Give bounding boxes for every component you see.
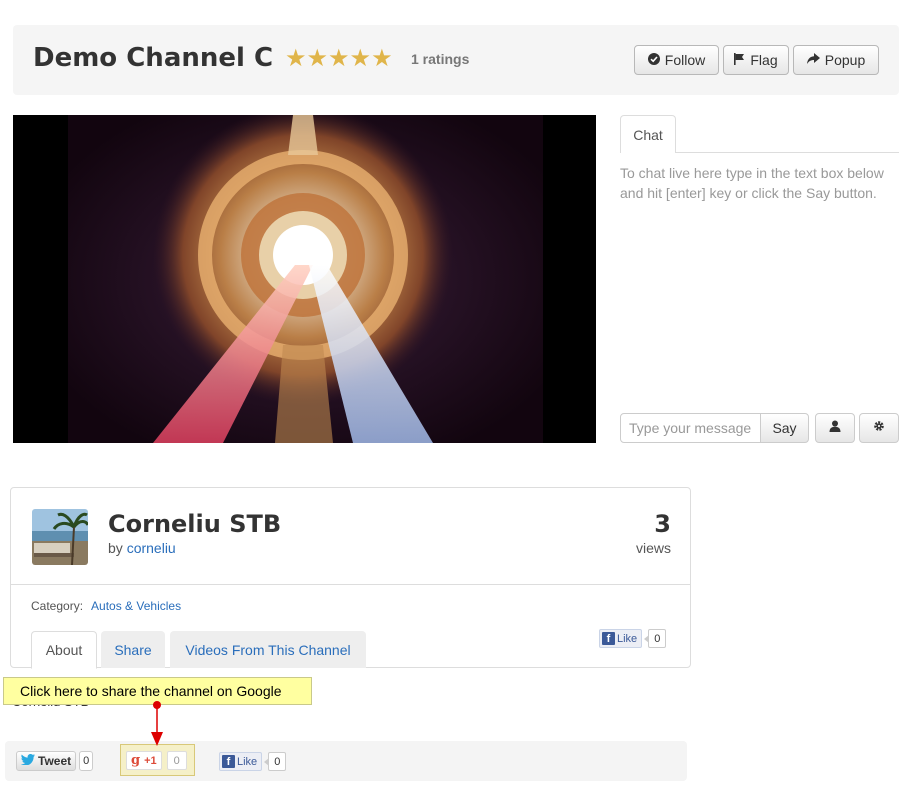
google-plus-one-button[interactable]: g +1 bbox=[126, 751, 162, 770]
chat-message-input[interactable] bbox=[620, 413, 761, 443]
owner-link[interactable]: corneliu bbox=[127, 540, 176, 556]
video-player[interactable] bbox=[13, 115, 596, 443]
google-plus-count: 0 bbox=[166, 751, 187, 770]
channel-info-card: Corneliu STB by corneliu 3 views Categor… bbox=[10, 487, 691, 669]
facebook-icon: f bbox=[222, 755, 235, 768]
share-bar: Tweet 0 g +1 0 f Like 0 bbox=[5, 741, 687, 781]
gear-icon bbox=[873, 419, 885, 437]
chat-tab-divider bbox=[676, 152, 899, 153]
tab-videos-from-channel[interactable]: Videos From This Channel bbox=[170, 631, 366, 668]
chat-user-button[interactable] bbox=[815, 413, 855, 443]
google-plus-one-label: +1 bbox=[144, 754, 157, 767]
video-frame-image bbox=[13, 115, 596, 443]
tweet-widget: Tweet 0 bbox=[16, 751, 94, 771]
share-bar-facebook-like-widget: f Like 0 bbox=[219, 752, 287, 771]
facebook-like-widget: f Like 0 bbox=[599, 629, 667, 648]
share-bar-facebook-like-button[interactable]: f Like bbox=[219, 752, 263, 771]
rating-stars[interactable]: ★★★★★ bbox=[285, 45, 393, 73]
channel-header: Demo Channel C ★★★★★ 1 ratings Follow Fl… bbox=[13, 25, 899, 95]
channel-title: Demo Channel C bbox=[33, 43, 274, 73]
tab-share[interactable]: Share bbox=[101, 631, 165, 668]
by-label: by bbox=[108, 540, 123, 556]
views-count: 3 bbox=[654, 510, 671, 538]
share-bar-facebook-like-label: Like bbox=[237, 755, 258, 768]
google-g-icon: g bbox=[131, 753, 141, 768]
card-divider bbox=[11, 584, 690, 585]
category-label: Category: bbox=[31, 599, 84, 613]
check-circle-icon bbox=[647, 52, 660, 68]
tab-chat[interactable]: Chat bbox=[620, 115, 676, 153]
ratings-count: 1 ratings bbox=[411, 51, 470, 67]
category-link[interactable]: Autos & Vehicles bbox=[91, 599, 181, 613]
tweet-count: 0 bbox=[79, 751, 94, 771]
facebook-icon: f bbox=[602, 632, 615, 645]
twitter-bird-icon bbox=[21, 754, 35, 768]
say-button[interactable]: Say bbox=[760, 413, 809, 443]
google-plus-widget: g +1 0 bbox=[126, 751, 187, 770]
tooltip-arrow-icon bbox=[150, 700, 164, 753]
flag-button[interactable]: Flag bbox=[723, 45, 789, 75]
category-line: Category: Autos & Vehicles bbox=[31, 599, 181, 613]
popup-label: Popup bbox=[824, 52, 866, 68]
flag-icon bbox=[734, 52, 745, 68]
popup-button[interactable]: Popup bbox=[793, 45, 879, 75]
views-label: views bbox=[635, 540, 671, 556]
chat-help-text: To chat live here type in the text box b… bbox=[620, 165, 884, 201]
tab-about[interactable]: About bbox=[31, 631, 97, 669]
channel-owner-name: Corneliu STB bbox=[108, 510, 282, 538]
tweet-button[interactable]: Tweet bbox=[16, 751, 77, 771]
follow-button[interactable]: Follow bbox=[634, 45, 719, 75]
facebook-like-button[interactable]: f Like bbox=[599, 629, 643, 648]
share-bar-facebook-like-count: 0 bbox=[264, 752, 287, 771]
share-arrow-icon bbox=[806, 52, 820, 68]
owner-avatar[interactable] bbox=[32, 509, 88, 565]
tweet-label: Tweet bbox=[38, 754, 72, 768]
flag-label: Flag bbox=[750, 52, 778, 68]
follow-label: Follow bbox=[664, 52, 706, 68]
facebook-like-count: 0 bbox=[644, 629, 667, 648]
user-icon bbox=[829, 419, 841, 437]
owner-by-line: by corneliu bbox=[108, 540, 176, 556]
facebook-like-label: Like bbox=[617, 632, 638, 645]
chat-settings-button[interactable] bbox=[859, 413, 899, 443]
